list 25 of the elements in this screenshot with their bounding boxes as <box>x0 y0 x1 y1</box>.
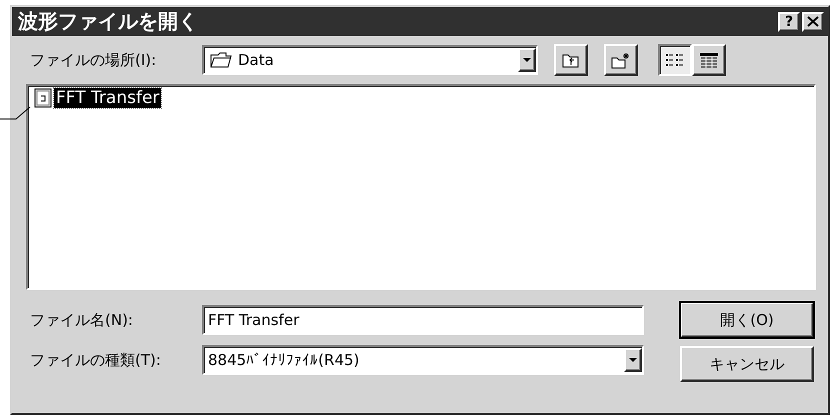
details-button[interactable] <box>692 44 726 76</box>
cancel-button[interactable]: キャンセル <box>680 346 814 382</box>
close-icon <box>807 16 819 27</box>
file-item[interactable]: FFT Transfer <box>54 88 162 108</box>
up-button[interactable] <box>554 44 588 76</box>
details-view-icon <box>699 52 719 68</box>
close-button[interactable] <box>802 12 824 32</box>
file-icon <box>34 88 52 108</box>
list-view-icon <box>665 52 685 68</box>
look-in-dropdown[interactable]: Data <box>202 45 538 75</box>
dropdown-arrow-icon <box>523 58 531 62</box>
folder-icon <box>210 52 232 68</box>
open-button[interactable]: 開く(O) <box>680 302 814 338</box>
new-folder-icon <box>611 52 631 68</box>
window-title: 波形ファイルを開く <box>18 8 199 35</box>
up-folder-icon <box>562 52 580 68</box>
file-type-dropdown[interactable]: 8845ﾊﾞｲﾅﾘﾌｧｲﾙ(R45) <box>202 345 644 375</box>
dropdown-arrow-icon <box>629 358 637 362</box>
file-name-label: ファイル名(N): <box>30 310 134 330</box>
file-type-label: ファイルの種類(T): <box>30 350 162 370</box>
newfolder-button[interactable] <box>604 44 638 76</box>
list-button[interactable] <box>658 44 692 76</box>
file-name-field[interactable]: FFT Transfer <box>202 305 644 335</box>
look-in-label: ファイルの場所(I): <box>30 50 158 70</box>
help-button[interactable]: ? <box>778 12 800 32</box>
